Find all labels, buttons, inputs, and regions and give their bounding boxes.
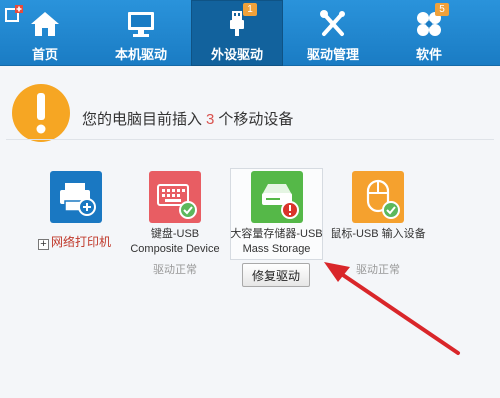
nav-home-label: 首页 [31, 47, 58, 62]
top-nav: 首页 本机驱动 1 外设驱动 驱动管理 5 软件 [0, 0, 500, 66]
nav-peripheral-label: 外设驱动 [210, 47, 263, 62]
nav-software-badge: 5 [435, 3, 449, 16]
nav-peripheral-badge: 1 [243, 3, 257, 16]
main-content: 您的电脑目前插入 3 个移动设备 + 网络打印机 键盘-USB Composit… [0, 67, 500, 398]
nav-driver-manage[interactable]: 驱动管理 [288, 0, 378, 66]
home-icon [28, 10, 62, 38]
nav-home[interactable]: 首页 [0, 0, 90, 66]
nav-software-label: 软件 [415, 47, 442, 62]
annotation-arrow [324, 262, 460, 355]
monitor-icon [124, 10, 158, 38]
nav-peripheral-driver[interactable]: 1 外设驱动 [191, 0, 283, 66]
nav-local-driver-label: 本机驱动 [114, 47, 167, 62]
nav-driver-manage-label: 驱动管理 [306, 47, 359, 62]
tools-icon [316, 10, 350, 38]
nav-local-driver[interactable]: 本机驱动 [96, 0, 186, 66]
nav-software[interactable]: 5 软件 [383, 0, 475, 66]
